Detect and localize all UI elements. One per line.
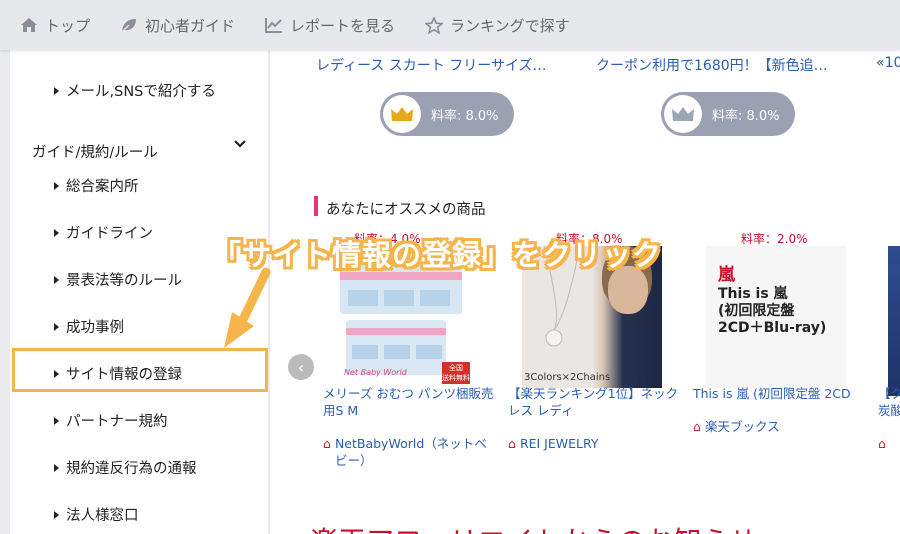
- image-brand-text: Net Baby World: [344, 368, 407, 377]
- image-kanji: 嵐: [718, 265, 735, 285]
- chart-icon: [265, 18, 283, 33]
- sidebar-item-label: ガイドライン: [66, 226, 153, 242]
- nav-ranking-label: ランキングで探す: [450, 16, 570, 35]
- section-title: あなたにオススメの商品: [326, 202, 486, 218]
- product-title[interactable]: 【楽天ランキング1位】ネック レス レディ: [508, 385, 683, 419]
- shop-link[interactable]: ⌂ REI JEWELRY: [508, 435, 599, 452]
- product-title[interactable]: メリーズ おむつ パンツ梱販売 用S M: [323, 385, 498, 419]
- product-title[interactable]: «10: [876, 55, 900, 71]
- crown-silver-icon: [672, 107, 694, 121]
- home-icon: [21, 18, 37, 32]
- shop-home-icon: ⌂: [693, 419, 701, 434]
- nav-ranking[interactable]: ランキングで探す: [425, 15, 570, 36]
- caret-right-icon: [54, 510, 59, 519]
- image-album-text: This is 嵐 (初回限定盤 2CD＋Blu-ray): [718, 286, 826, 337]
- nav-beginner-guide-label: 初心者ガイド: [145, 16, 236, 35]
- sidebar-guide-header-label: ガイド/規約/ルール: [32, 145, 158, 161]
- nav-beginner-guide[interactable]: 初心者ガイド: [120, 15, 235, 36]
- image-line: This is 嵐: [718, 286, 788, 302]
- sidebar-item-label: パートナー規約: [66, 414, 168, 430]
- top-nav: トップ 初心者ガイド レポートを見る ランキングで探す: [0, 0, 900, 50]
- section-accent-bar: [314, 196, 318, 216]
- shop-home-icon: ⌂: [508, 436, 516, 451]
- title-line: メリーズ おむつ パンツ梱販売: [323, 386, 494, 401]
- sidebar-item-success-cases[interactable]: 成功事例: [54, 316, 124, 337]
- leaf-icon: [121, 19, 137, 33]
- chevron-left-icon: ‹: [297, 357, 305, 377]
- sidebar-item-label: 法人様窓口: [66, 508, 139, 524]
- product-title[interactable]: クーポン利用で1680円！【新色追…: [596, 55, 828, 75]
- nav-report-label: レポートを見る: [290, 16, 396, 35]
- shop-link[interactable]: ⌂: [878, 435, 886, 452]
- sidebar-item-label: 成功事例: [66, 320, 124, 336]
- caret-right-icon: [54, 181, 59, 190]
- sidebar-item-rules[interactable]: 景表法等のルール: [54, 269, 182, 290]
- image-line: 2CD＋Blu-ray): [718, 320, 827, 336]
- title-line: 炭酸: [878, 403, 900, 418]
- sidebar-item-corporate[interactable]: 法人様窓口: [54, 504, 139, 525]
- rate-text: 料率: 8.0%: [712, 108, 780, 124]
- product-image-arashi[interactable]: 嵐 This is 嵐 (初回限定盤 2CD＋Blu-ray): [706, 246, 846, 388]
- image-caption: 3Colors×2Chains: [524, 372, 611, 383]
- rate-pill: 料率: 8.0%: [380, 92, 514, 136]
- caret-right-icon: [54, 369, 59, 378]
- nav-report[interactable]: レポートを見る: [265, 15, 395, 36]
- title-line: This is 嵐 (初回限定盤 2CD: [693, 386, 851, 401]
- nav-home-label: トップ: [45, 16, 91, 35]
- caret-right-icon: [54, 463, 59, 472]
- title-line: 【楽天ランキング1位】ネック: [508, 386, 679, 401]
- pointer-arrow-icon: [224, 267, 271, 348]
- caret-right-icon: [54, 228, 59, 237]
- chevron-down-icon[interactable]: [234, 140, 246, 148]
- shop-line: ビー）: [334, 453, 373, 468]
- shop-line: REI JEWELRY: [519, 436, 599, 451]
- crown-gold-icon: [391, 107, 413, 121]
- shop-link[interactable]: ⌂ NetBabyWorld（ネットベ ビー）: [323, 435, 487, 469]
- sidebar-item-label: 規約違反行為の通報: [66, 461, 197, 477]
- sidebar-item-guideline[interactable]: ガイドライン: [54, 222, 153, 243]
- sidebar-item-site-registration[interactable]: サイト情報の登録: [54, 363, 182, 384]
- shop-line: 楽天ブックス: [704, 419, 780, 434]
- sidebar-item-share[interactable]: メール,SNSで紹介する: [54, 80, 216, 101]
- sidebar-guide-header[interactable]: ガイド/規約/ルール: [32, 141, 158, 162]
- product-rate: 料率：2.0%: [741, 232, 808, 246]
- notice-heading: 楽天アフィリエイトからのお知らせ: [310, 520, 757, 534]
- product-title[interactable]: 【ク 炭酸: [878, 385, 900, 419]
- product-image-partial[interactable]: [888, 246, 900, 396]
- shop-home-icon: ⌂: [323, 436, 331, 451]
- shop-home-icon: ⌂: [878, 436, 886, 451]
- rate-text: 料率: 8.0%: [431, 108, 499, 124]
- badge-line: 送料無料: [442, 374, 470, 382]
- sidebar-item-label: 総合案内所: [66, 179, 139, 195]
- nav-home[interactable]: トップ: [20, 15, 90, 36]
- shop-line: NetBabyWorld（ネットベ: [334, 436, 487, 451]
- shop-link[interactable]: ⌂ 楽天ブックス: [693, 418, 780, 435]
- title-line: レス レディ: [508, 403, 574, 418]
- sidebar-item-label: 景表法等のルール: [66, 273, 182, 289]
- product-title[interactable]: This is 嵐 (初回限定盤 2CD: [693, 385, 868, 402]
- star-icon: [425, 16, 444, 34]
- sidebar-item-general-info[interactable]: 総合案内所: [54, 175, 139, 196]
- title-line: 【ク: [878, 386, 900, 401]
- sidebar-item-violation-report[interactable]: 規約違反行為の通報: [54, 457, 197, 478]
- sidebar-item-label: サイト情報の登録: [66, 367, 182, 383]
- instruction-callout: 「サイト情報の登録」をクリック: [212, 238, 663, 272]
- caret-right-icon: [54, 275, 59, 284]
- free-shipping-badge: 全国 送料無料: [442, 362, 470, 384]
- main-content: レディース スカート フリーサイズ… クーポン利用で1680円！【新色追… «1…: [270, 50, 900, 534]
- product-title[interactable]: レディース スカート フリーサイズ…: [316, 55, 547, 75]
- carousel-prev-button[interactable]: ‹: [288, 354, 314, 380]
- image-line: (初回限定盤: [718, 303, 795, 319]
- sidebar-item-partner-terms[interactable]: パートナー規約: [54, 410, 168, 431]
- badge-line: 全国: [449, 364, 463, 372]
- caret-right-icon: [54, 416, 59, 425]
- caret-right-icon: [54, 322, 59, 331]
- rate-pill: 料率: 8.0%: [661, 92, 795, 136]
- caret-right-icon: [54, 86, 59, 95]
- title-line: 用S M: [323, 403, 359, 418]
- sidebar-item-label: メール,SNSで紹介する: [66, 84, 216, 100]
